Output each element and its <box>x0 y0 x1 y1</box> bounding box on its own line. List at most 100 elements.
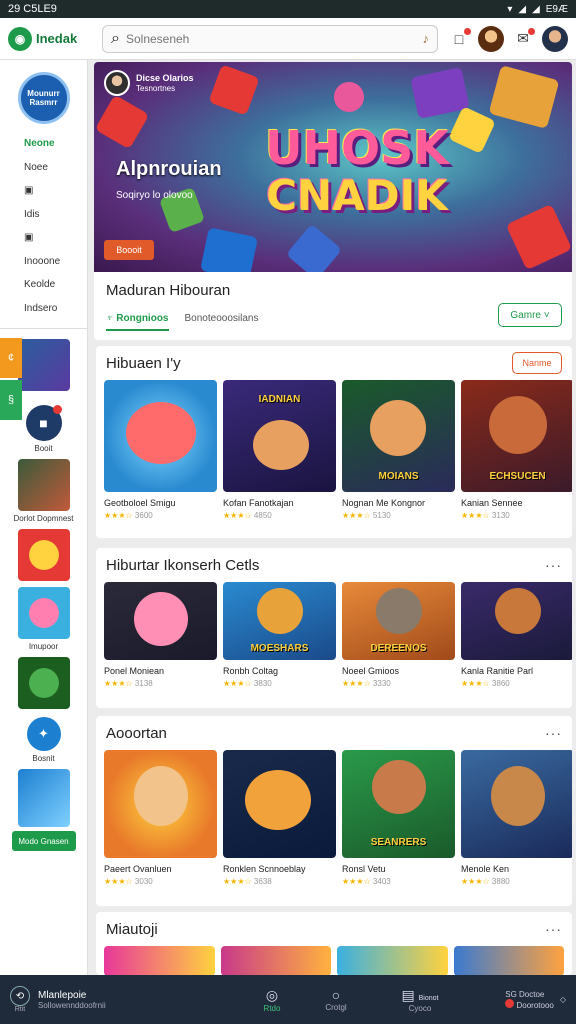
profile-avatar[interactable] <box>542 25 568 52</box>
publisher-avatar <box>104 70 130 96</box>
sidebar-nav: Neone Noee ▣ Idis ▣ Inooone Keolde Indse… <box>0 124 87 320</box>
game-card[interactable]: Menole Ken ★★★☆ 3880 <box>461 750 572 886</box>
game-thumbnail[interactable] <box>337 946 448 975</box>
chat-icon[interactable]: ■ <box>25 405 62 441</box>
sidebar-item-6[interactable]: Keolde <box>24 273 87 297</box>
sidebar-game-tile[interactable] <box>17 529 70 581</box>
game-card[interactable]: IADNIAN Kofan Fanotkajan ★★★☆ 4850 <box>223 380 336 520</box>
avatar[interactable] <box>478 25 504 52</box>
game-card[interactable]: SEANRERS Ronsl Vetu ★★★☆ 3403 <box>342 750 455 886</box>
hero-subtext: Soqiryo lo olovoo <box>116 190 193 201</box>
game-thumbnail: IADNIAN <box>223 380 336 492</box>
grid-icon: ▣ <box>24 232 34 244</box>
sidebar-item-3[interactable]: Idis <box>24 203 87 227</box>
more-icon[interactable]: ··· <box>545 557 562 573</box>
bottom-right-info: SG Doctoe Doorotooo ◇ <box>505 989 566 1010</box>
sidebar-game-tile[interactable] <box>17 769 70 827</box>
game-card[interactable]: Geotboloel Smigu ★★★☆ 3600 <box>104 380 217 520</box>
battery-label: E9Æ <box>545 3 568 15</box>
star-rating-icon: ★★★☆ <box>223 511 252 520</box>
hero-banner[interactable]: Dicse Olarios Tesnortnes Alpnrouian Soqir… <box>94 62 572 272</box>
hero-subtitle: Alpnrouian <box>116 158 222 180</box>
section-2: Hiburtar Ikonserh Cetls ··· Ponel Moniea… <box>96 548 572 708</box>
game-card[interactable]: DEREENOS Noeel Gmioos ★★★☆ 3330 <box>342 582 455 688</box>
more-icon[interactable]: ··· <box>545 921 562 937</box>
more-icon[interactable]: ··· <box>545 725 562 741</box>
sidebar-game-tile[interactable] <box>17 587 70 639</box>
sidebar-item-1[interactable]: Noee <box>24 156 87 180</box>
sidebar-item-7[interactable]: Indsero <box>24 297 87 321</box>
home-icon: ◎ <box>265 986 279 1003</box>
section-3: Aooortan ··· Paeert Ovanluen ★★★☆ 3030 R… <box>96 716 572 906</box>
star-rating-icon: ★★★☆ <box>104 511 133 520</box>
explore-icon: ○ <box>331 987 341 1003</box>
genre-dropdown[interactable]: Gamre ˅ <box>498 303 562 327</box>
hero-badge: Dicse Olarios Tesnortnes <box>104 70 194 96</box>
section-title: Miautoji <box>106 920 158 938</box>
tab-recommended[interactable]: Bonoteooosilans <box>185 313 259 331</box>
sidebar-item-0[interactable]: Neone <box>24 132 87 156</box>
brand-name: Inedak <box>36 31 78 46</box>
game-thumbnail: SEANRERS <box>342 750 455 858</box>
game-thumbnail <box>104 380 217 492</box>
now-playing[interactable]: ⟲ Rtit Mlanlepoie Sollowennddoofrnii <box>10 986 210 1013</box>
sidebar-round-icon[interactable]: ✦ <box>26 717 61 751</box>
game-thumbnail[interactable] <box>453 946 564 975</box>
sidebar-game-tile[interactable] <box>17 459 70 511</box>
game-thumbnail <box>461 582 572 660</box>
hero-button[interactable]: Boooit <box>104 240 154 260</box>
game-card[interactable]: Kanla Ranitie Parl ★★★☆ 3860 <box>461 582 572 688</box>
section-title: Aooortan <box>106 724 167 742</box>
search-box[interactable]: ⌕ ♪ <box>102 24 438 53</box>
settings-icon[interactable]: ◇ <box>560 995 566 1004</box>
star-rating-icon: ★★★☆ <box>461 679 490 688</box>
game-thumbnail <box>104 582 217 660</box>
sidebar-item-2[interactable]: ▣ <box>24 179 87 203</box>
sidebar-item-5[interactable]: Inooone <box>24 250 87 274</box>
sidebar-game-tile[interactable] <box>17 339 70 391</box>
star-rating-icon: ★★★☆ <box>342 679 371 688</box>
brand[interactable]: ◉ Inedak <box>8 26 98 51</box>
game-thumbnail[interactable] <box>104 946 215 975</box>
game-card[interactable]: ECHSUCEN Kanian Sennee ★★★☆ 3130 <box>461 380 572 520</box>
game-thumbnail <box>223 750 336 858</box>
tab-ranking[interactable]: ♆ Rongnioos <box>106 313 169 331</box>
mail-icon[interactable]: ✉ <box>514 27 535 48</box>
star-rating-icon: ★★★☆ <box>104 679 133 688</box>
leaf-icon: ♆ <box>106 313 114 324</box>
game-card[interactable]: MOIANS Nognan Me Kongnor ★★★☆ 5130 <box>342 380 455 520</box>
game-card[interactable]: MOESHARS Ronbh Coltag ★★★☆ 3830 <box>223 582 336 688</box>
side-tab-orange[interactable]: ¢ <box>0 338 22 378</box>
game-thumbnail[interactable] <box>220 946 331 975</box>
sidebar-green-button[interactable]: Modo Gnasen <box>11 831 76 851</box>
game-card[interactable]: Ronklen Scnnoeblay ★★★☆ 3638 <box>223 750 336 886</box>
sidebar-logo[interactable]: Mounurr Rasmrr <box>17 72 70 124</box>
search-input[interactable] <box>125 31 417 46</box>
status-time: 29 C5LE9 <box>8 3 57 15</box>
sidebar-tile-label: Imupoor <box>28 642 59 651</box>
brand-logo-icon: ◉ <box>8 26 32 51</box>
game-thumbnail: MOESHARS <box>223 582 336 660</box>
refresh-icon[interactable]: ⟲ <box>10 986 30 1006</box>
side-tab-green[interactable]: § <box>0 380 22 420</box>
bottom-title: Mlanlepoie <box>38 989 87 1001</box>
status-dot-icon <box>505 998 515 1008</box>
bottom-tab-0[interactable]: ◎ Rtdo <box>240 987 304 1013</box>
star-rating-icon: ★★★☆ <box>223 877 252 886</box>
notification-icon[interactable]: □ <box>450 27 471 48</box>
wifi-icon: ▾ <box>507 3 513 15</box>
voice-search-icon[interactable]: ♪ <box>423 31 430 46</box>
bottom-tab-1[interactable]: ○ Crotgl <box>304 987 368 1012</box>
game-thumbnail <box>104 750 217 858</box>
game-thumbnail: ECHSUCEN <box>461 380 572 492</box>
bottom-tab-2[interactable]: ▤ Bionot Cyoco <box>388 987 452 1013</box>
game-card[interactable]: Ponel Moniean ★★★☆ 3138 <box>104 582 217 688</box>
section-title: Hibuaen I'y <box>106 354 181 372</box>
divider <box>0 328 87 329</box>
sidebar-item-4[interactable]: ▣ <box>24 226 87 250</box>
star-rating-icon: ★★★☆ <box>223 679 252 688</box>
game-card[interactable]: Paeert Ovanluen ★★★☆ 3030 <box>104 750 217 886</box>
game-thumbnail: DEREENOS <box>342 582 455 660</box>
section-action-button[interactable]: Nanme <box>512 352 562 374</box>
sidebar-game-tile[interactable] <box>17 657 70 709</box>
